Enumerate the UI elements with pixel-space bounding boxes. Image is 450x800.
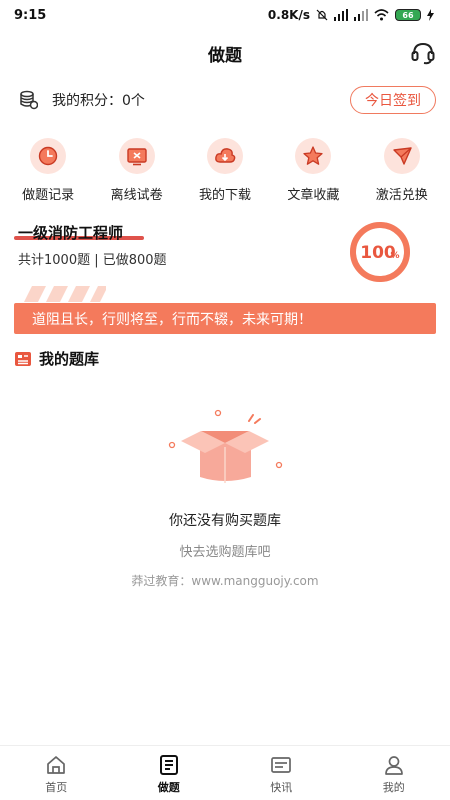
home-icon <box>47 755 66 774</box>
empty-title: 你还没有购买题库 <box>169 513 281 529</box>
quick-action-records[interactable]: 做题记录 <box>5 138 91 203</box>
question-bank-icon <box>15 351 31 366</box>
tab-news[interactable]: 快讯 <box>225 746 338 800</box>
signal-icon <box>334 9 348 21</box>
cloud-download-icon <box>215 148 236 163</box>
status-time: 9:15 <box>14 7 47 23</box>
quick-actions: 做题记录 离线试卷 我的下载 文章收藏 激活兑换 <box>0 138 450 203</box>
bell-off-icon <box>316 9 328 21</box>
signal-icon-2 <box>354 9 368 21</box>
quick-action-label: 文章收藏 <box>287 188 340 203</box>
send-icon <box>393 147 412 165</box>
quick-action-favorites[interactable]: 文章收藏 <box>270 138 356 203</box>
battery-icon: 66 <box>395 9 421 21</box>
bank-header: 我的题库 <box>14 348 99 369</box>
empty-box-illustration <box>168 409 283 483</box>
bottom-tab-bar: 首页 做题 快讯 我的 <box>0 745 450 800</box>
quick-action-label: 激活兑换 <box>375 188 428 203</box>
wifi-icon <box>374 9 389 21</box>
quick-action-label: 我的下载 <box>198 188 251 203</box>
customer-service-icon[interactable] <box>410 40 436 66</box>
tab-practice[interactable]: 做题 <box>113 746 226 800</box>
exam-stats: 共计1000题 | 已做800题 <box>18 253 167 268</box>
tab-label: 首页 <box>45 780 68 794</box>
empty-footer: 莽过教育：www.mangguojy.com <box>131 574 319 588</box>
offline-paper-icon <box>126 148 147 166</box>
motto-banner: 道阻且长，行则将至，行而不辍，未来可期！ <box>14 286 436 334</box>
header: 做题 <box>0 30 450 76</box>
progress-unit: % <box>390 251 399 261</box>
tab-label: 我的 <box>382 780 405 794</box>
tab-home[interactable]: 首页 <box>0 746 113 800</box>
motto-text: 道阻且长，行则将至，行而不辍，未来可期！ <box>14 303 436 334</box>
tab-label: 做题 <box>157 780 180 794</box>
points-label: 我的积分：0个 <box>52 93 145 109</box>
bank-title: 我的题库 <box>39 350 100 368</box>
exam-title: 一级消防工程师 <box>18 224 124 242</box>
banner-stripes <box>24 286 106 302</box>
status-indicators: 0.8K/s 66 <box>268 8 434 22</box>
quick-action-label: 离线试卷 <box>110 188 163 203</box>
empty-subtitle: 快去选购题库吧 <box>179 545 271 560</box>
network-speed: 0.8K/s <box>267 8 310 22</box>
coins-icon <box>20 90 38 110</box>
practice-icon <box>159 754 178 775</box>
charging-icon <box>427 9 434 21</box>
points-row: 我的积分：0个 今日签到 <box>0 84 450 116</box>
news-icon <box>271 756 292 773</box>
tab-label: 快讯 <box>270 780 293 794</box>
progress-ring: 100 % <box>350 222 410 282</box>
quick-action-offline[interactable]: 离线试卷 <box>94 138 180 203</box>
quick-action-downloads[interactable]: 我的下载 <box>182 138 268 203</box>
quick-action-label: 做题记录 <box>22 188 75 203</box>
profile-icon <box>384 755 403 775</box>
page-title: 做题 <box>208 45 242 66</box>
tab-profile[interactable]: 我的 <box>338 746 450 800</box>
daily-signin-button[interactable]: 今日签到 <box>350 86 436 114</box>
star-icon <box>303 146 324 165</box>
quick-action-activate[interactable]: 激活兑换 <box>359 138 445 203</box>
clock-icon <box>38 146 58 166</box>
status-bar: 9:15 0.8K/s 66 <box>0 0 450 30</box>
